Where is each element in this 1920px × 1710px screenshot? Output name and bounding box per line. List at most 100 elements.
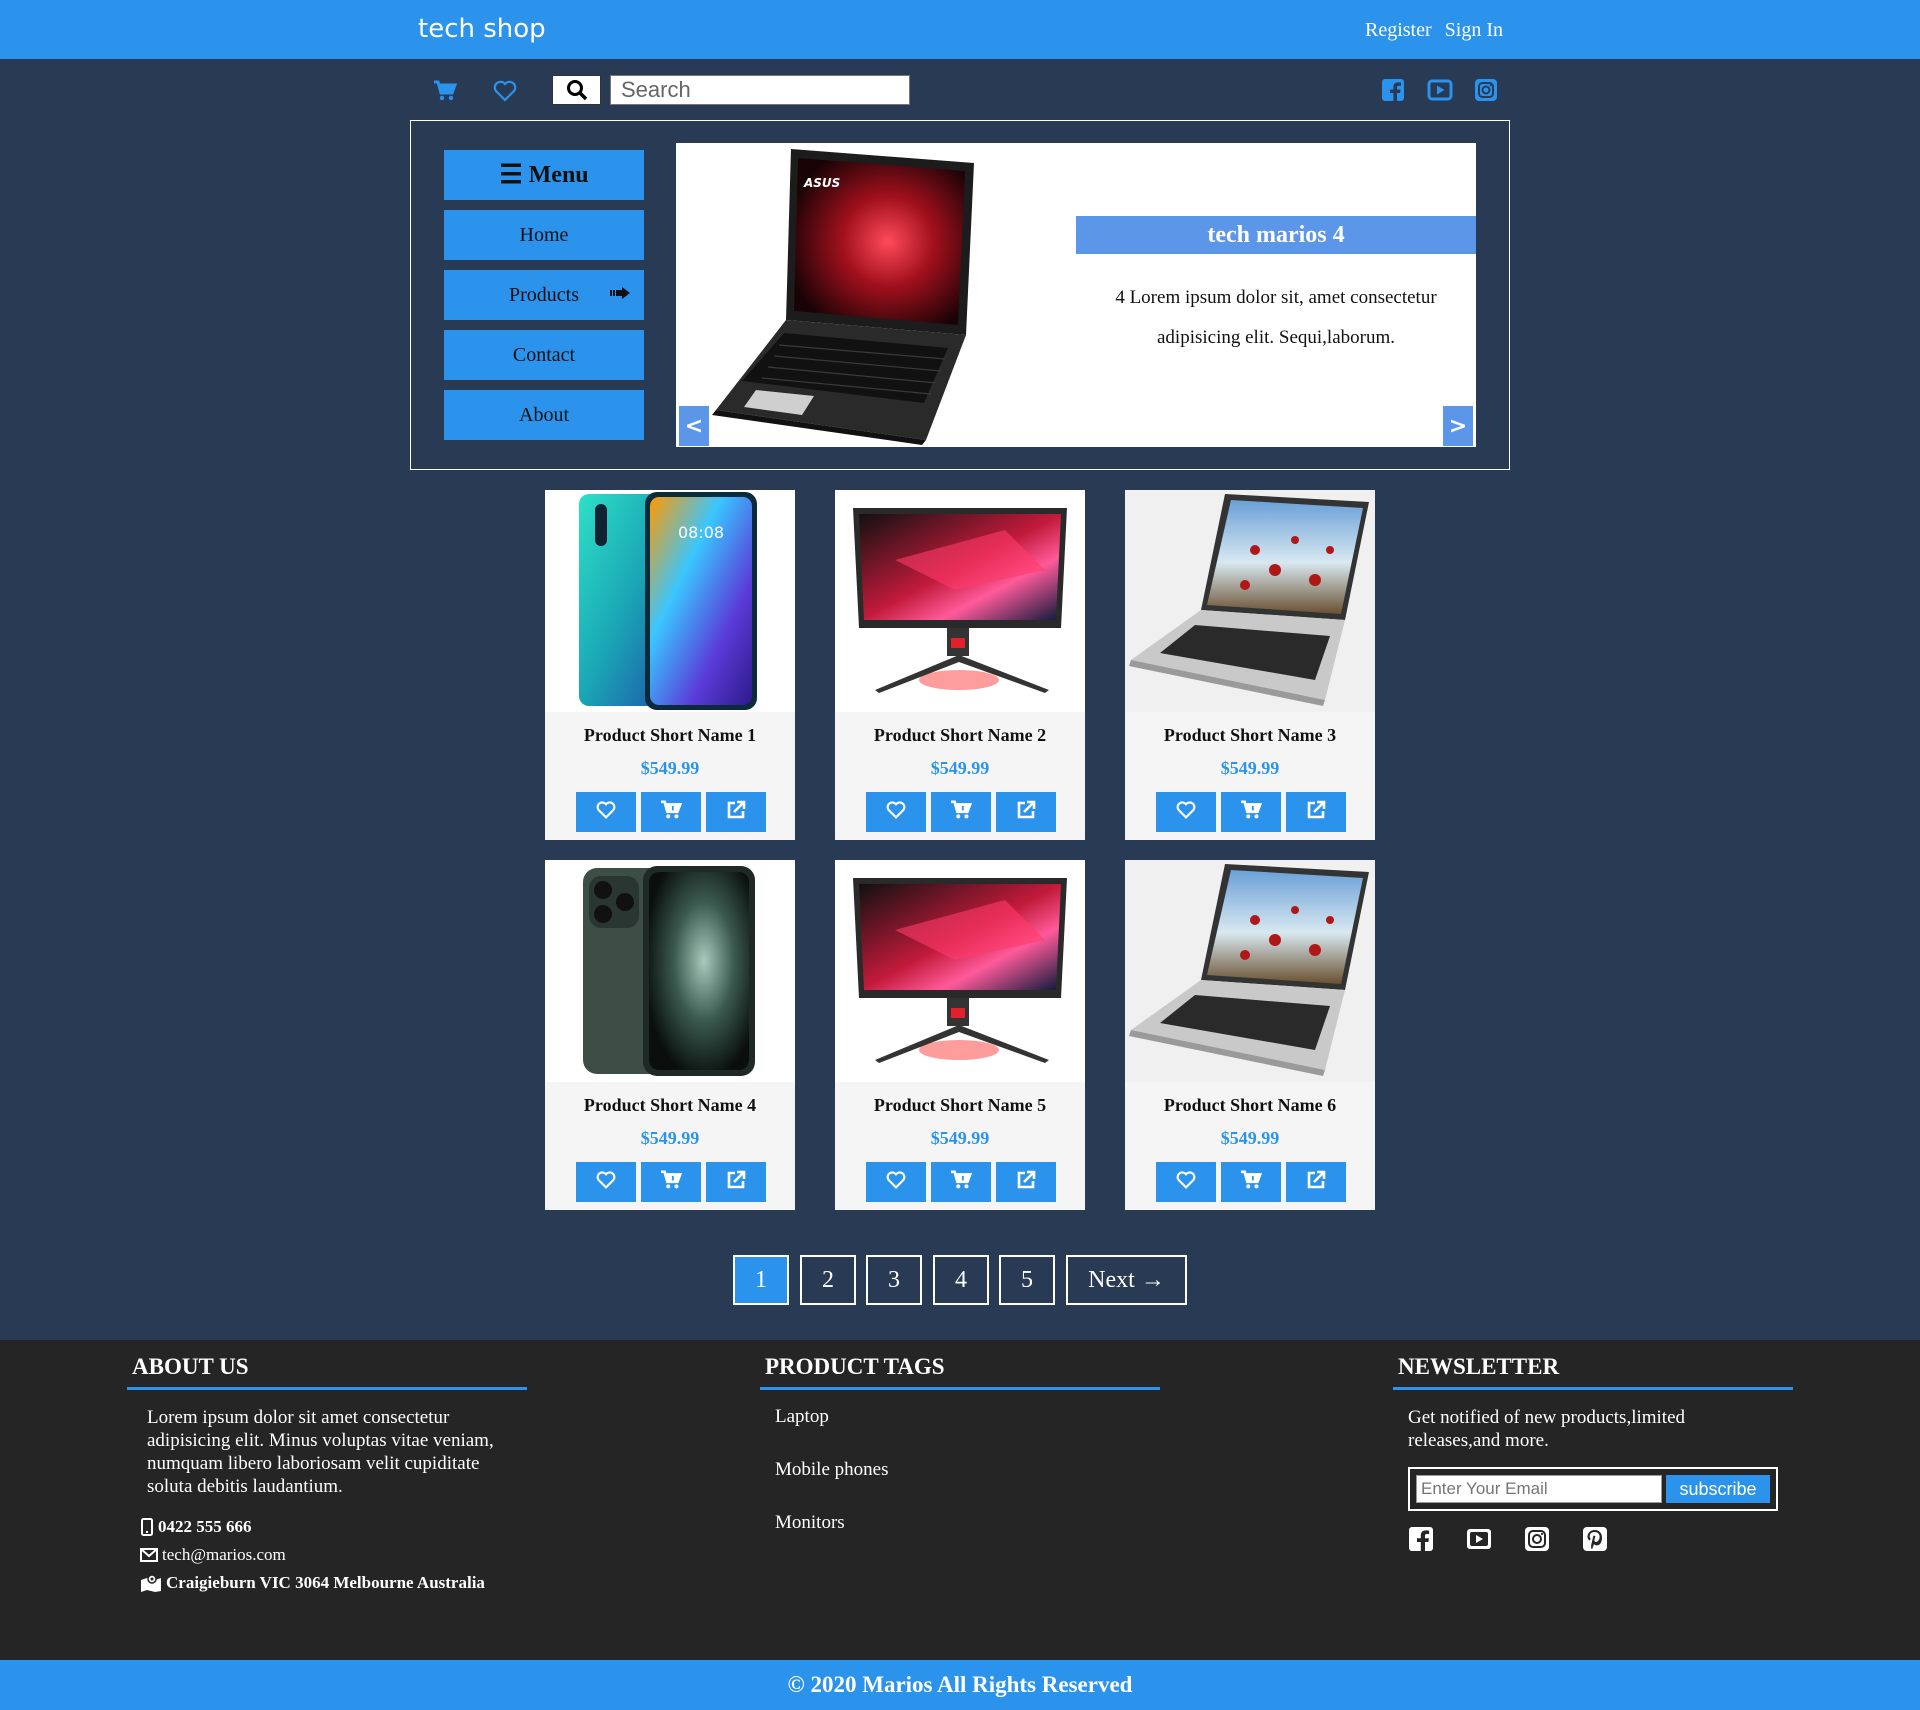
product-actions [1156,792,1346,832]
brand-logo[interactable]: tech shop [418,14,546,44]
product-image[interactable]: 08:08 [545,490,795,712]
product-actions [576,792,766,832]
heart-icon [886,800,906,824]
menu-item-contact[interactable]: Contact [444,330,644,380]
product-name[interactable]: Product Short Name 4 [545,1095,795,1116]
add-to-wishlist-button[interactable] [1156,792,1216,832]
product-price: $549.99 [640,758,700,778]
product-card[interactable]: Product Short Name 5 $549.99 [835,860,1085,1210]
add-to-cart-button[interactable] [641,1162,701,1202]
youtube-icon[interactable] [1427,77,1453,103]
facebook-icon[interactable] [1380,77,1406,103]
search-button[interactable] [552,75,601,105]
product-image[interactable] [835,860,1085,1082]
product-card[interactable]: Product Short Name 2 $549.99 [835,490,1085,840]
product-image[interactable] [545,860,795,1082]
product-name[interactable]: Product Short Name 2 [835,725,1085,746]
add-to-wishlist-button[interactable] [576,1162,636,1202]
external-link-icon [726,800,746,825]
external-link-icon [1306,800,1326,825]
about-divider [127,1387,527,1390]
product-image[interactable] [1125,490,1375,712]
external-link-icon [1016,1170,1036,1195]
map-icon [141,1574,161,1592]
newsletter-form: subscribe [1408,1467,1778,1511]
external-link-icon [1016,800,1036,825]
subscribe-button[interactable]: subscribe [1666,1475,1770,1503]
pinterest-icon[interactable] [1581,1525,1609,1553]
tags-divider [760,1387,1160,1390]
instagram-icon[interactable] [1523,1525,1551,1553]
auth-links: Register Sign In [1357,19,1503,42]
top-bar: tech shop Register Sign In [0,0,1920,59]
search-icon [566,80,587,101]
view-product-button[interactable] [706,792,766,832]
product-name[interactable]: Product Short Name 3 [1125,725,1375,746]
product-name[interactable]: Product Short Name 1 [545,725,795,746]
page-5-button[interactable]: 5 [999,1255,1055,1305]
view-product-button[interactable] [1286,792,1346,832]
add-to-wishlist-button[interactable] [866,1162,926,1202]
register-link[interactable]: Register [1365,19,1432,41]
search-input[interactable] [610,75,910,105]
menu-item-about[interactable]: About [444,390,644,440]
view-product-button[interactable] [706,1162,766,1202]
page-1-button[interactable]: 1 [733,1255,789,1305]
product-image[interactable] [1125,860,1375,1082]
menu-toggle-button[interactable]: ☰ Menu [444,150,644,200]
menu-item-products[interactable]: Products [444,270,644,320]
youtube-icon[interactable] [1465,1525,1493,1553]
heart-icon[interactable] [490,76,520,106]
product-name[interactable]: Product Short Name 5 [835,1095,1085,1116]
add-to-wishlist-button[interactable] [1156,1162,1216,1202]
product-image[interactable] [835,490,1085,712]
newsletter-title: NEWSLETTER [1398,1354,1560,1379]
add-to-cart-button[interactable] [931,792,991,832]
heart-icon [886,1170,906,1194]
external-link-icon [726,1170,746,1195]
product-price: $549.99 [930,1128,990,1148]
product-card[interactable]: Product Short Name 4 $549.99 [545,860,795,1210]
cart-icon [950,799,973,825]
product-price: $549.99 [640,1128,700,1148]
slider-next-button[interactable]: > [1443,406,1473,446]
view-product-button[interactable] [1286,1162,1346,1202]
slider-prev-button[interactable]: < [679,406,709,446]
newsletter-email-input[interactable] [1416,1475,1662,1503]
contact-phone: 0422 555 666 [140,1517,252,1537]
cart-icon[interactable] [430,76,460,106]
external-link-icon [1306,1170,1326,1195]
add-to-cart-button[interactable] [641,792,701,832]
product-name[interactable]: Product Short Name 6 [1125,1095,1375,1116]
cart-icon [660,799,683,825]
tag-mobile-phones[interactable]: Mobile phones [775,1459,888,1481]
contact-address: Craigieburn VIC 3064 Melbourne Australia [140,1573,485,1593]
arrow-right-icon [610,287,630,299]
view-product-button[interactable] [996,792,1056,832]
tag-monitors[interactable]: Monitors [775,1512,845,1534]
newsletter-text: Get notified of new products,limited rel… [1408,1407,1686,1451]
add-to-wishlist-button[interactable] [866,792,926,832]
menu-item-home[interactable]: Home [444,210,644,260]
view-product-button[interactable] [996,1162,1056,1202]
product-card[interactable]: Product Short Name 3 $549.99 [1125,490,1375,840]
add-to-cart-button[interactable] [1221,1162,1281,1202]
hamburger-icon: ☰ [499,160,523,189]
add-to-cart-button[interactable] [931,1162,991,1202]
next-page-button[interactable]: Next → [1066,1255,1187,1305]
facebook-icon[interactable] [1407,1525,1435,1553]
page-3-button[interactable]: 3 [866,1255,922,1305]
add-to-wishlist-button[interactable] [576,792,636,832]
copyright-bar: © 2020 Marios All Rights Reserved [0,1660,1920,1710]
product-card[interactable]: 08:08 Product Short Name 1 $549.99 [545,490,795,840]
tag-laptop[interactable]: Laptop [775,1406,829,1428]
instagram-icon[interactable] [1473,77,1499,103]
envelope-icon [140,1548,158,1562]
add-to-cart-button[interactable] [1221,792,1281,832]
product-card[interactable]: Product Short Name 6 $549.99 [1125,860,1375,1210]
page-4-button[interactable]: 4 [933,1255,989,1305]
svg-text:ASUS: ASUS [803,176,840,190]
heart-icon [596,1170,616,1194]
signin-link[interactable]: Sign In [1445,19,1503,41]
page-2-button[interactable]: 2 [800,1255,856,1305]
